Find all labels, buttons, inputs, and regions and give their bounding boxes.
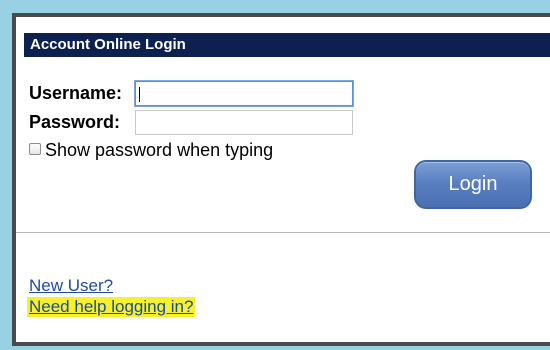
show-password-label: Show password when typing: [45, 140, 274, 160]
password-label: Password:: [29, 112, 121, 132]
login-button[interactable]: Login: [414, 160, 532, 209]
login-panel: Account Online Login Username: Password:…: [12, 13, 550, 346]
password-input[interactable]: [135, 110, 353, 135]
text-caret: [139, 87, 140, 102]
divider: [16, 232, 550, 233]
show-password-option[interactable]: Show password when typing: [29, 139, 273, 161]
username-label: Username:: [29, 83, 123, 103]
login-header: Account Online Login: [24, 33, 550, 57]
page-background: Account Online Login Username: Password:…: [0, 0, 550, 350]
need-help-link[interactable]: Need help logging in?: [27, 297, 196, 317]
show-password-checkbox[interactable]: [29, 143, 41, 155]
new-user-link[interactable]: New User?: [29, 276, 113, 296]
username-input[interactable]: [135, 81, 353, 106]
